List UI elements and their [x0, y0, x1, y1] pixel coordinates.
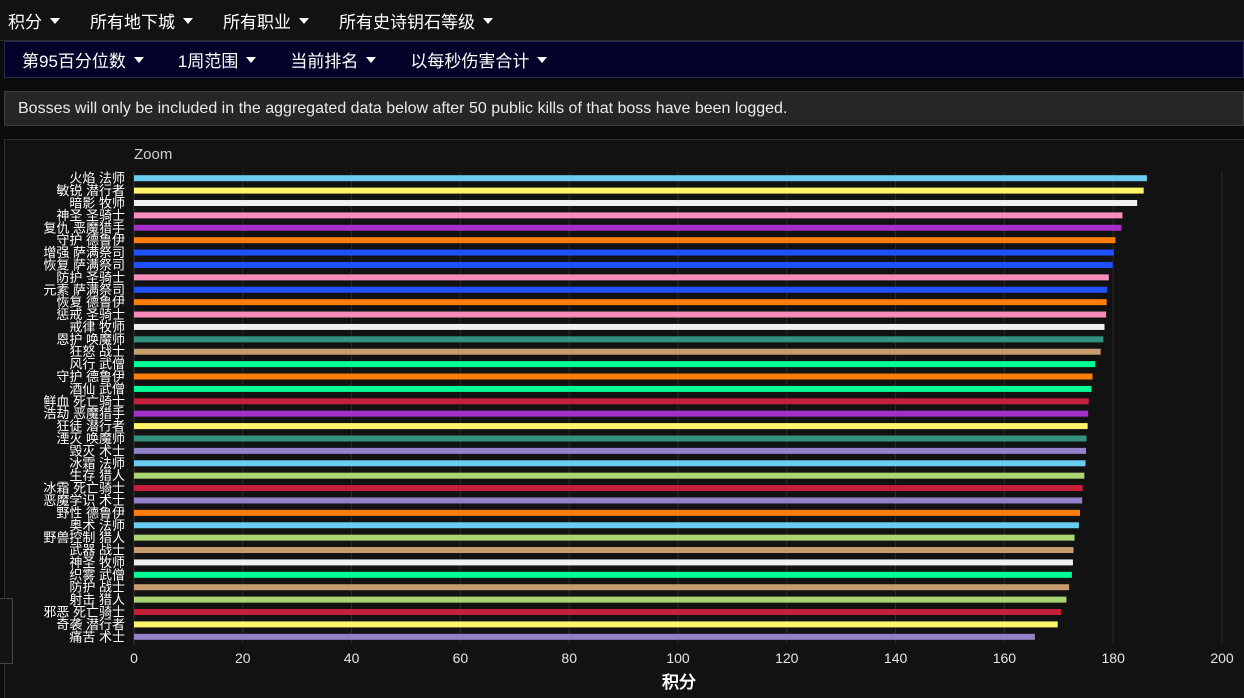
- x-tick-label: 100: [666, 650, 690, 666]
- bar[interactable]: [134, 249, 1114, 256]
- bar[interactable]: [134, 323, 1105, 330]
- x-tick-label: 80: [561, 650, 577, 666]
- bar[interactable]: [134, 336, 1104, 343]
- bar[interactable]: [134, 385, 1092, 392]
- bar[interactable]: [134, 472, 1085, 479]
- bar[interactable]: [134, 212, 1123, 219]
- x-tick-label: 160: [993, 650, 1017, 666]
- x-tick-label: 40: [344, 650, 360, 666]
- bar[interactable]: [134, 559, 1073, 566]
- bar[interactable]: [134, 286, 1108, 293]
- x-axis-title: 积分: [662, 673, 696, 692]
- x-tick-label: 60: [453, 650, 469, 666]
- bar[interactable]: [134, 274, 1109, 281]
- bar[interactable]: [134, 621, 1058, 628]
- bar[interactable]: [134, 596, 1067, 603]
- bar[interactable]: [134, 348, 1101, 355]
- chart-bars: [134, 175, 1147, 640]
- bar[interactable]: [134, 423, 1088, 430]
- spec-score-bar-chart: Zoom 火焰 法师敏锐 潜行者暗影 牧师神圣 圣骑士复仇 恶魔猎手守护 德鲁伊…: [43, 146, 1234, 692]
- bar[interactable]: [134, 497, 1083, 504]
- bar[interactable]: [134, 299, 1107, 306]
- bar[interactable]: [134, 547, 1074, 554]
- y-category-label: 痛苦 术士: [69, 629, 125, 644]
- bar[interactable]: [134, 237, 1116, 244]
- bar[interactable]: [134, 311, 1107, 318]
- x-tick-label: 120: [775, 650, 799, 666]
- bar[interactable]: [134, 460, 1086, 467]
- x-tick-label: 140: [884, 650, 908, 666]
- bar[interactable]: [134, 609, 1061, 616]
- bar[interactable]: [134, 447, 1086, 454]
- bar[interactable]: [134, 361, 1096, 368]
- bar[interactable]: [134, 410, 1089, 417]
- bar[interactable]: [134, 398, 1089, 405]
- x-tick-label: 180: [1102, 650, 1126, 666]
- x-tick-label: 200: [1210, 650, 1234, 666]
- x-axis-ticks: 0 20 40 60 80 100 120 140 160 180 200: [130, 650, 1234, 666]
- bar[interactable]: [134, 373, 1093, 380]
- bar[interactable]: [134, 584, 1070, 591]
- bar[interactable]: [134, 485, 1083, 492]
- bar[interactable]: [134, 633, 1035, 640]
- bar[interactable]: [134, 261, 1113, 268]
- y-axis-labels: 火焰 法师敏锐 潜行者暗影 牧师神圣 圣骑士复仇 恶魔猎手守护 德鲁伊增强 萨满…: [43, 171, 125, 645]
- bar[interactable]: [134, 534, 1075, 541]
- bar[interactable]: [134, 199, 1138, 206]
- bar[interactable]: [134, 509, 1081, 516]
- bar[interactable]: [134, 435, 1087, 442]
- zoom-label[interactable]: Zoom: [134, 146, 172, 163]
- x-tick-label: 0: [130, 650, 138, 666]
- x-tick-label: 20: [235, 650, 251, 666]
- bar[interactable]: [134, 224, 1122, 231]
- bar[interactable]: [134, 175, 1147, 182]
- bar[interactable]: [134, 571, 1072, 578]
- bar[interactable]: [134, 522, 1079, 529]
- bar[interactable]: [134, 187, 1144, 194]
